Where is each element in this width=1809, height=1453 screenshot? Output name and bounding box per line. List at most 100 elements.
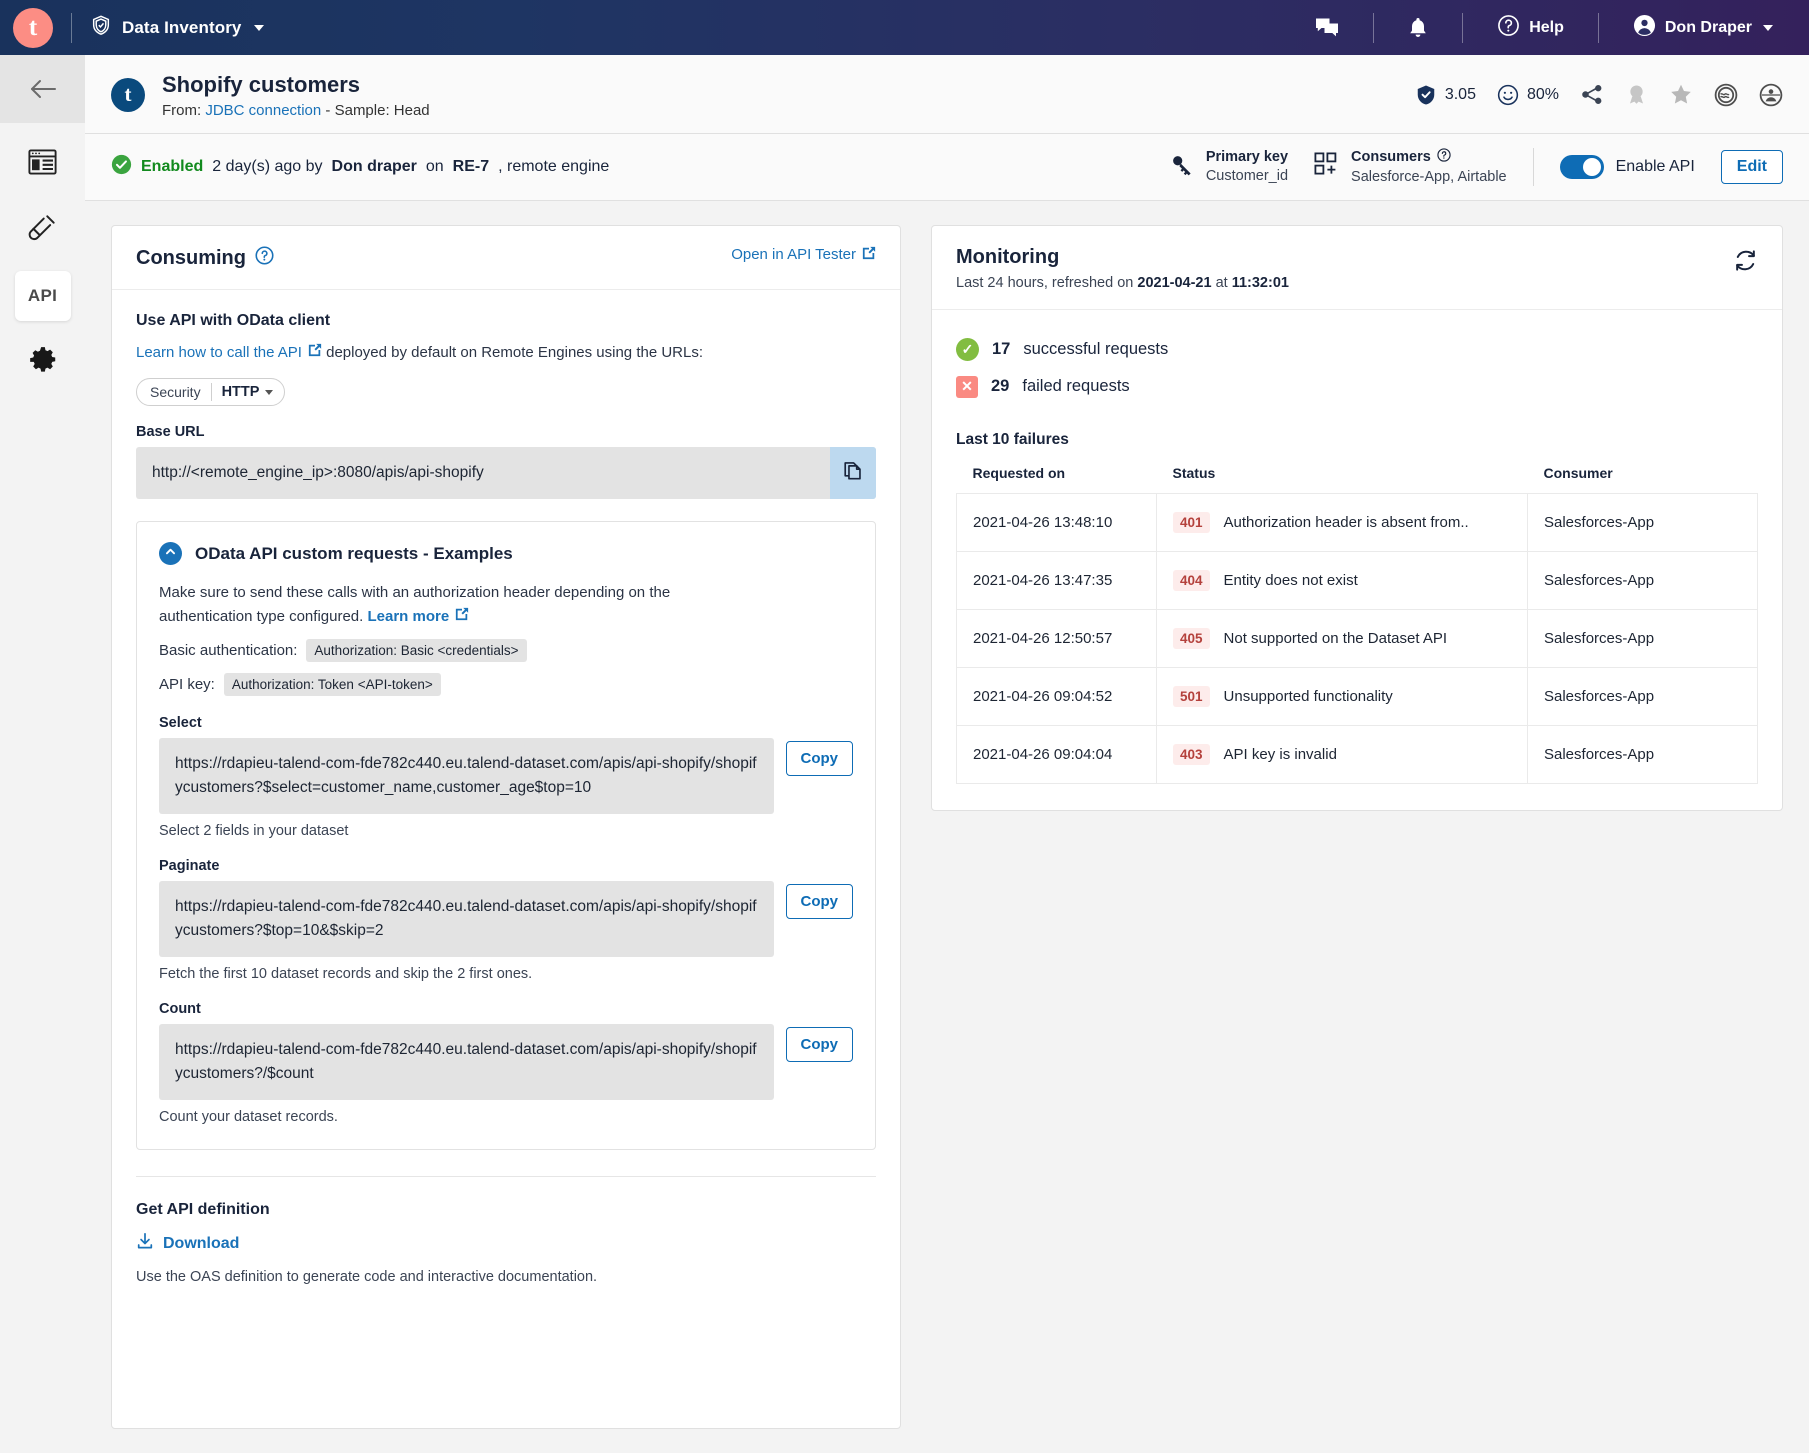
toggle-switch[interactable] [1559, 154, 1604, 179]
status-message: Entity does not exist [1223, 571, 1358, 589]
open-in-api-tester-link[interactable]: Open in API Tester [731, 246, 876, 264]
app-shell: API t Shopify customers From: JDBC conne… [0, 55, 1809, 1453]
back-button[interactable] [0, 55, 85, 123]
user-avatar-icon [1633, 14, 1656, 42]
examples-note-1: Make sure to send these calls with an au… [159, 584, 671, 602]
api-key-line: API key: Authorization: Token <API-token… [159, 672, 853, 696]
learn-line: Learn how to call the API deployed by de… [136, 342, 876, 365]
cell-requested-on: 2021-04-26 13:48:10 [956, 492, 1157, 552]
column-requested-on: Requested on [972, 464, 1066, 481]
check-circle-icon: ✓ [956, 337, 979, 361]
refresh-button[interactable] [1733, 246, 1758, 278]
open-tester-label: Open in API Tester [731, 246, 856, 263]
subtitle-separator: - [325, 101, 331, 119]
get-api-definition-section: Get API definition Download Use the OAS … [136, 1177, 876, 1285]
cell-status: 403 API key is invalid [1156, 724, 1528, 784]
copy-button[interactable]: Copy [785, 740, 853, 776]
table-row[interactable]: 2021-04-26 12:50:57 405 Not supported on… [956, 608, 1758, 668]
base-url-field: http://<remote_engine_ip>:8080/apis/api-… [136, 447, 876, 500]
status-meta: Primary key Customer_id Consumers Salesf… [1170, 147, 1783, 186]
status-message: Authorization header is absent from.. [1223, 513, 1469, 531]
notifications-bell-icon[interactable] [1392, 17, 1444, 39]
status-author: Don draper [331, 157, 417, 175]
rail-item-api[interactable]: API [14, 271, 71, 321]
talend-logo[interactable]: t [13, 7, 53, 48]
copy-button[interactable]: Copy [785, 884, 853, 919]
table-row[interactable]: 2021-04-26 13:48:10 401 Authorization he… [956, 492, 1758, 552]
status-detail-post: , remote engine [498, 157, 610, 175]
rail-item-settings[interactable] [15, 337, 71, 387]
examples-note: Make sure to send these calls with an au… [159, 581, 719, 628]
shield-check-icon [90, 14, 112, 41]
copy-button[interactable]: Copy [785, 1027, 853, 1063]
table-row[interactable]: 2021-04-26 13:47:35 404 Entity does not … [956, 550, 1758, 610]
dataset-subtitle: From: JDBC connection - Sample: Head [162, 102, 430, 119]
status-detail-pre: 2 day(s) ago by [212, 157, 323, 175]
share-icon[interactable] [1580, 83, 1604, 106]
key-icon [1170, 152, 1195, 182]
definition-hint: Use the OAS definition to generate code … [136, 1269, 598, 1286]
cell-requested-on: 2021-04-26 13:47:35 [956, 550, 1157, 610]
example-count: Count https://rdapieu-talend-com-fde782c… [159, 1001, 853, 1125]
divider [1532, 147, 1534, 186]
table-row[interactable]: 2021-04-26 09:04:04 403 API key is inval… [956, 724, 1758, 784]
copy-icon [842, 460, 864, 487]
question-circle-icon[interactable] [255, 245, 274, 271]
data-quality-icon[interactable] [1714, 83, 1738, 107]
learn-how-to-call-api-link[interactable]: Learn how to call the API [136, 342, 322, 365]
cell-requested-on: 2021-04-26 09:04:52 [956, 666, 1157, 726]
example-label: Select [159, 714, 202, 731]
top-navigation-bar: t Data Inventory Help Don Draper [0, 0, 1809, 55]
divider [1597, 12, 1599, 43]
get-definition-title: Get API definition [136, 1201, 270, 1219]
failures-table: Requested on Status Consumer 2021-04-26 … [956, 459, 1758, 784]
monitoring-subtitle: Last 24 hours, refreshed on 2021-04-21 a… [956, 275, 1289, 291]
question-circle-icon[interactable] [1437, 148, 1451, 166]
star-icon[interactable] [1669, 83, 1693, 106]
example-url: https://rdapieu-talend-com-fde782c440.eu… [159, 737, 774, 814]
enable-api-label: Enable API [1615, 157, 1695, 175]
main-content: t Shopify customers From: JDBC connectio… [85, 55, 1809, 1453]
module-switcher[interactable]: Data Inventory [90, 14, 264, 41]
security-selector[interactable]: Security HTTP [136, 378, 286, 406]
from-label: From: [162, 101, 202, 119]
check-circle-icon [111, 154, 132, 180]
successful-count: 17 [992, 339, 1011, 358]
lineage-icon[interactable] [1759, 83, 1783, 107]
status-code-badge: 501 [1173, 685, 1210, 707]
table-row[interactable]: 2021-04-26 09:04:52 501 Unsupported func… [956, 666, 1758, 726]
left-rail: API [0, 55, 85, 1453]
primary-key-label: Primary key [1205, 149, 1289, 165]
base-url-value: http://<remote_engine_ip>:8080/apis/api-… [152, 464, 484, 481]
download-definition-link[interactable]: Download [136, 1232, 239, 1255]
dataset-header: t Shopify customers From: JDBC connectio… [85, 55, 1809, 134]
user-menu[interactable]: Don Draper [1617, 14, 1789, 42]
chevron-down-icon [265, 389, 274, 395]
copy-base-url-button[interactable] [830, 447, 876, 500]
status-message: API key is invalid [1223, 745, 1337, 763]
examples-note-2: authentication type configured. [159, 607, 364, 625]
gear-icon [29, 346, 57, 379]
divider [1373, 12, 1375, 43]
dataset-title-block: Shopify customers From: JDBC connection … [162, 71, 430, 119]
rail-item-sample[interactable] [15, 205, 71, 255]
cell-requested-on: 2021-04-26 12:50:57 [956, 608, 1157, 668]
trust-score-value: 3.05 [1444, 85, 1476, 103]
rail-item-overview[interactable] [15, 139, 71, 189]
consumers-grid-icon [1314, 152, 1340, 181]
learn-more-link[interactable]: Learn more [367, 605, 469, 628]
messages-icon[interactable] [1299, 17, 1355, 39]
enable-api-toggle[interactable]: Enable API [1559, 154, 1695, 179]
basic-auth-label: Basic authentication: [159, 641, 298, 659]
edit-button[interactable]: Edit [1720, 149, 1783, 184]
certification-ribbon-icon[interactable] [1625, 83, 1648, 106]
successful-label: successful requests [1023, 339, 1169, 358]
primary-key-info: Primary key Customer_id [1170, 149, 1288, 184]
help-menu[interactable]: Help [1481, 14, 1580, 42]
connection-link[interactable]: JDBC connection [205, 102, 321, 119]
collapse-toggle-button[interactable] [159, 542, 182, 566]
cell-status: 405 Not supported on the Dataset API [1156, 608, 1528, 668]
status-bar: Enabled 2 day(s) ago by Don draper on RE… [85, 133, 1809, 201]
external-link-icon [455, 605, 469, 628]
table-header-row: Requested on Status Consumer [957, 459, 1758, 494]
